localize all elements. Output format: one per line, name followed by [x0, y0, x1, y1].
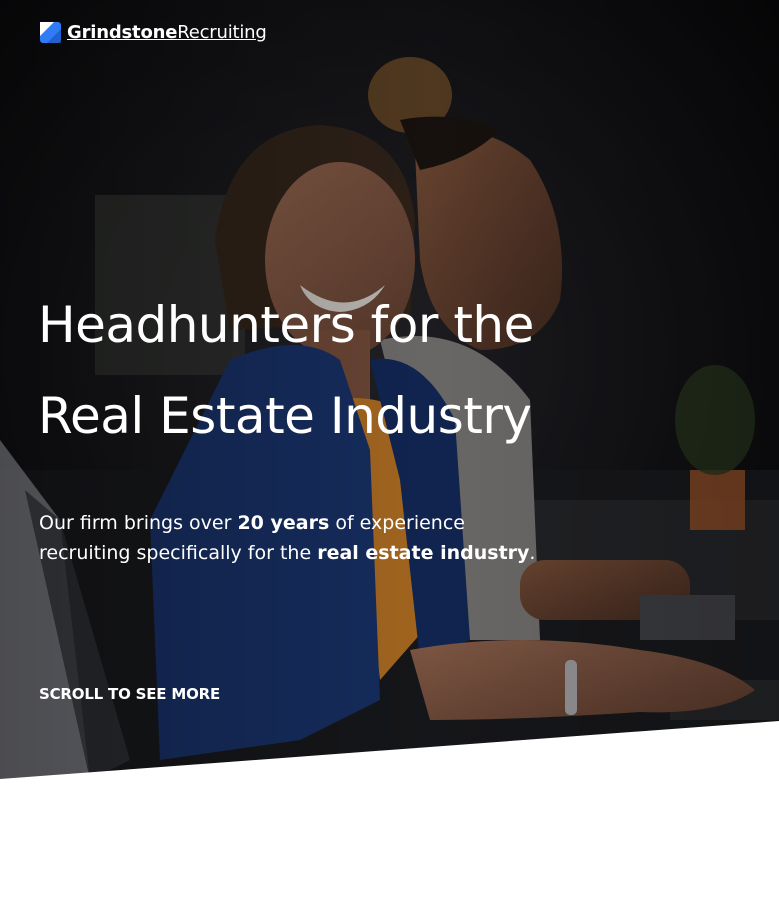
intro-text-part-4: .	[529, 542, 536, 564]
hero-headline: Headhunters for the Real Estate Industry	[38, 280, 658, 462]
page: Grindstone Recruiting Headhunters for the…	[0, 0, 779, 906]
hero-headline-line-2: Real Estate Industry	[38, 387, 532, 445]
intro-text-part-2: of experience	[329, 512, 465, 534]
intro-industry-highlight: real estate industry	[317, 542, 530, 564]
brand-name-bold: Grindstone	[67, 21, 178, 43]
hero-headline-line-1: Headhunters for the	[38, 296, 534, 354]
brand-logo[interactable]: Grindstone Recruiting	[40, 20, 267, 44]
intro-years-highlight: 20 years	[237, 512, 330, 534]
intro-text-part-1: Our firm brings over	[39, 512, 238, 534]
scroll-to-see-more-link[interactable]: SCROLL TO SEE MORE	[39, 685, 220, 703]
grindstone-logo-mark-icon	[40, 21, 61, 43]
brand-name-light: Recruiting	[177, 21, 267, 43]
hero-intro-text: Our firm brings over 20 years of experie…	[39, 508, 599, 568]
intro-text-part-3: recruiting specifically for the	[39, 542, 318, 564]
